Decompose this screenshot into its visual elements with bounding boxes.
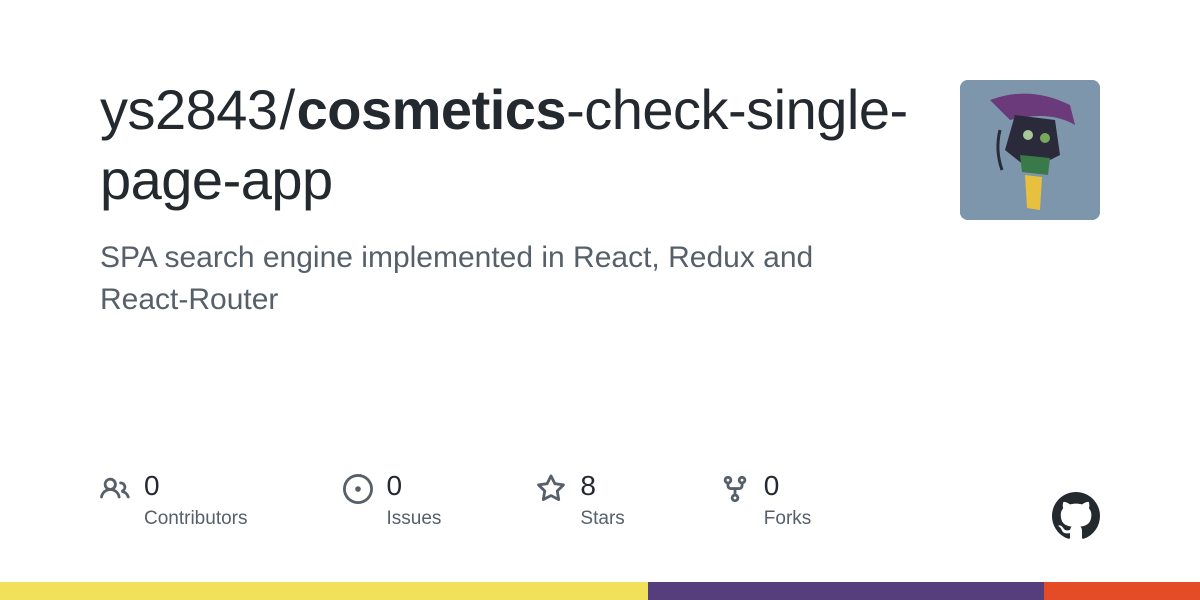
language-segment	[648, 582, 1044, 600]
avatar[interactable]	[960, 80, 1100, 220]
contributors-value: 0	[144, 472, 248, 500]
language-segment	[0, 582, 648, 600]
language-segment	[1044, 582, 1200, 600]
issues-label: Issues	[387, 508, 442, 530]
avatar-image-icon	[960, 80, 1100, 220]
stat-content: 8 Stars	[580, 472, 624, 530]
title-area: ys2843/cosmetics-check-single-page-app S…	[100, 75, 920, 321]
star-icon	[536, 474, 566, 504]
stat-content: 0 Forks	[764, 472, 812, 530]
stat-content: 0 Issues	[387, 472, 442, 530]
github-logo-icon[interactable]	[1052, 492, 1100, 540]
repo-owner: ys2843	[100, 78, 278, 141]
stat-forks[interactable]: 0 Forks	[720, 472, 812, 530]
repo-card: ys2843/cosmetics-check-single-page-app S…	[0, 0, 1200, 600]
stats-row: 0 Contributors 0 Issues 8 Stars	[100, 472, 811, 530]
forks-label: Forks	[764, 508, 812, 530]
forks-value: 0	[764, 472, 812, 500]
people-icon	[100, 474, 130, 504]
fork-icon	[720, 474, 750, 504]
slash: /	[280, 78, 295, 141]
issues-value: 0	[387, 472, 442, 500]
language-color-bar	[0, 582, 1200, 600]
repo-description: SPA search engine implemented in React, …	[100, 237, 880, 321]
stat-content: 0 Contributors	[144, 472, 248, 530]
issue-icon	[343, 474, 373, 504]
stat-issues[interactable]: 0 Issues	[343, 472, 442, 530]
stars-label: Stars	[580, 508, 624, 530]
contributors-label: Contributors	[144, 508, 248, 530]
stars-value: 8	[580, 472, 624, 500]
stat-contributors[interactable]: 0 Contributors	[100, 472, 248, 530]
header-row: ys2843/cosmetics-check-single-page-app S…	[100, 75, 1100, 321]
stat-stars[interactable]: 8 Stars	[536, 472, 624, 530]
repo-title[interactable]: ys2843/cosmetics-check-single-page-app	[100, 75, 920, 215]
